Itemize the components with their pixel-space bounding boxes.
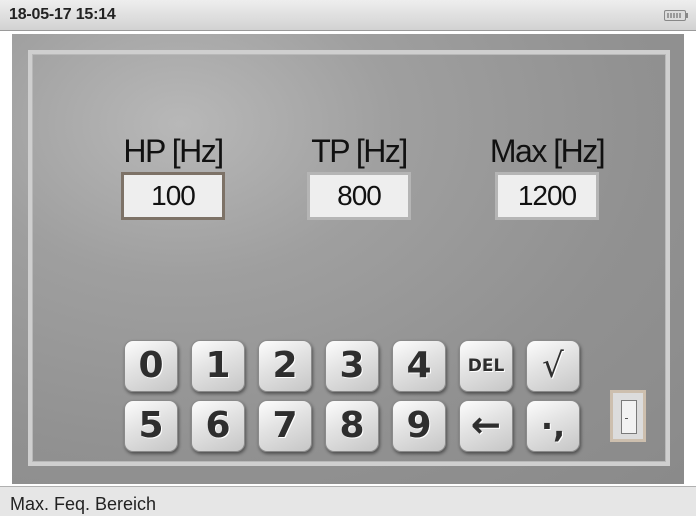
confirm-button[interactable]: √: [526, 340, 580, 392]
max-field[interactable]: 1200: [495, 172, 599, 220]
decimal-separator-button[interactable]: ·,: [526, 400, 580, 452]
hp-label: HP [Hz]: [123, 133, 224, 169]
max-label: Max [Hz]: [489, 133, 606, 169]
help-text: Max. Feq. Bereich: [10, 494, 157, 514]
key-0[interactable]: 0: [124, 340, 178, 392]
door-exit-button[interactable]: [610, 390, 646, 442]
key-4[interactable]: 4: [392, 340, 446, 392]
delete-button[interactable]: DEL: [459, 340, 513, 392]
key-7[interactable]: 7: [258, 400, 312, 452]
backspace-button[interactable]: ←: [459, 400, 513, 452]
key-9[interactable]: 9: [392, 400, 446, 452]
param-max: Max [Hz] 1200: [482, 132, 612, 220]
key-5[interactable]: 5: [124, 400, 178, 452]
key-8[interactable]: 8: [325, 400, 379, 452]
status-bar: 18-05-17 15:14: [0, 0, 696, 31]
battery-icon: [664, 10, 688, 21]
main-screen: HP [Hz] 100 TP [Hz] 800 Max [Hz] 1200 0 …: [12, 34, 684, 484]
door-icon: [621, 400, 637, 434]
datetime: 18-05-17 15:14: [9, 6, 116, 23]
key-6[interactable]: 6: [191, 400, 245, 452]
param-hp: HP [Hz] 100: [108, 132, 238, 220]
bottom-status-bar: Max. Feq. Bereich: [0, 486, 696, 516]
hp-field[interactable]: 100: [121, 172, 225, 220]
key-3[interactable]: 3: [325, 340, 379, 392]
key-2[interactable]: 2: [258, 340, 312, 392]
param-tp: TP [Hz] 800: [294, 132, 424, 220]
key-1[interactable]: 1: [191, 340, 245, 392]
tp-field[interactable]: 800: [307, 172, 411, 220]
tp-label: TP [Hz]: [311, 133, 408, 169]
